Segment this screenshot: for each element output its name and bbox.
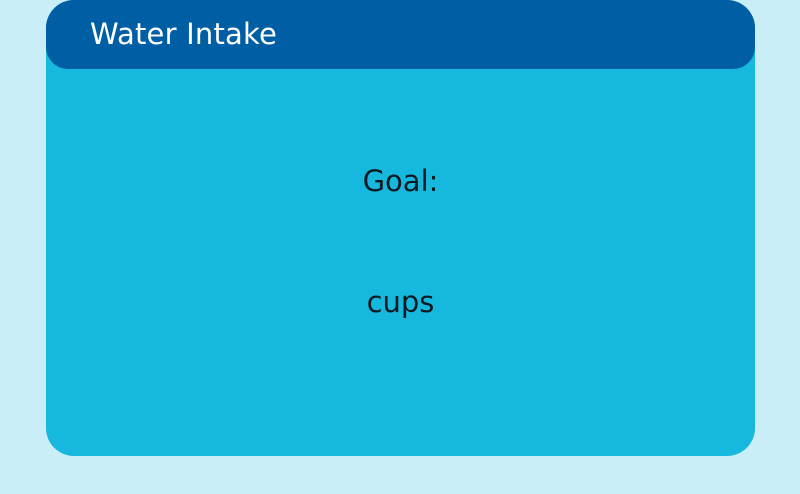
- card-header: Water Intake: [46, 0, 755, 69]
- water-intake-card: Water Intake Goal: cups: [46, 0, 755, 456]
- card-title: Water Intake: [90, 17, 278, 51]
- unit-label: cups: [366, 285, 435, 319]
- goal-label: Goal:: [362, 164, 439, 198]
